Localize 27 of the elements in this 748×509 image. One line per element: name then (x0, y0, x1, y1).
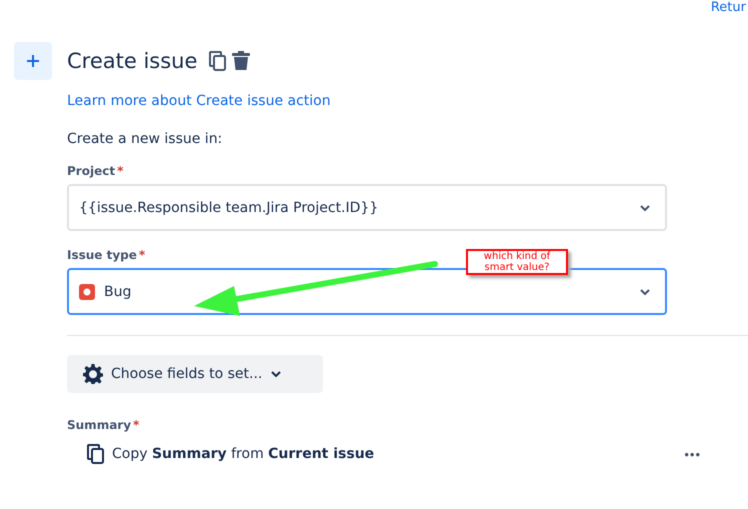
choose-fields-button[interactable]: Choose fields to set... (67, 355, 323, 393)
return-link[interactable]: Retur (710, 0, 746, 16)
field-label: Project (67, 164, 116, 178)
select-field[interactable]: {{issue.Responsible team.Jira Project.ID}} (67, 184, 667, 231)
gear-icon (83, 364, 103, 384)
add-button[interactable] (14, 42, 52, 80)
field-label: Issue type (67, 248, 137, 262)
summary-text: Copy Summary from Current issue (112, 446, 376, 462)
required-mark: * (133, 418, 140, 432)
learn-more-link[interactable]: Learn more about Create issue action (67, 93, 748, 109)
copy-button[interactable] (209, 51, 226, 71)
action-title: Create issue (67, 49, 198, 73)
more-button[interactable]: ••• (684, 446, 701, 462)
field-label: Summary (67, 418, 132, 432)
copy-icon (209, 51, 226, 71)
chevron-down-icon (639, 202, 651, 212)
annotation-note: which kind of smart value? (466, 249, 568, 275)
required-mark: * (138, 248, 146, 262)
chevron-down-icon (639, 286, 651, 296)
plus-icon (26, 54, 40, 68)
chevron-down-icon (270, 369, 282, 379)
trash-icon (232, 51, 250, 71)
required-mark: * (117, 164, 124, 178)
intro-text: Create a new issue in: (67, 131, 224, 147)
delete-button[interactable] (232, 51, 250, 71)
copy-icon (87, 444, 104, 464)
bug-icon (79, 284, 95, 300)
